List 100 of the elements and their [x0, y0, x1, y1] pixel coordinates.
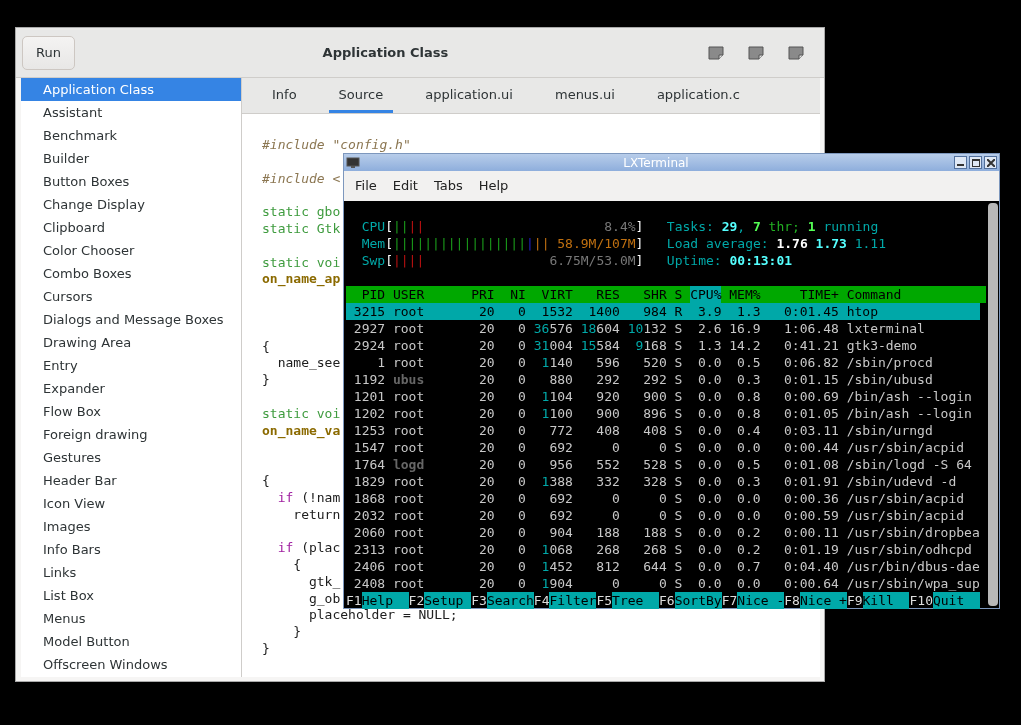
table-cell-text: 0.2 — [736, 524, 761, 541]
table-cell-text: 3.9 — [697, 303, 722, 320]
column-header[interactable]: NI — [502, 286, 526, 303]
table-cell-text: 1452 — [540, 558, 573, 575]
menu-item[interactable]: Help — [470, 176, 517, 196]
document-icon[interactable] — [788, 45, 804, 60]
process-row[interactable]: 2313 root 20 0 1068 268 268 S 0.0 0.2 0:01.19 /usr/sbin/odhcpd — [346, 541, 980, 558]
column-header[interactable]: VIRT — [533, 286, 573, 303]
summary-text: Tasks: 29, 7 thr; 1 running — [666, 218, 879, 235]
column-header[interactable]: PRI — [471, 286, 495, 303]
sidebar-item[interactable]: Clipboard — [21, 216, 241, 239]
tab[interactable]: Source — [328, 78, 394, 113]
column-header[interactable]: PID — [346, 286, 386, 303]
sidebar-item[interactable]: Color Chooser — [21, 239, 241, 262]
sidebar-item[interactable]: Cursors — [21, 285, 241, 308]
process-row[interactable]: 2406 root 20 0 1452 812 644 S 0.0 0.7 0:04.40 /usr/bin/dbus-dae — [346, 558, 980, 575]
sidebar-item[interactable]: Links — [21, 561, 241, 584]
process-row[interactable]: 1547 root 20 0 692 0 0 S 0.0 0.0 0:00.44 /usr/sbin/acpid — [346, 439, 980, 456]
column-header[interactable]: USER — [392, 286, 464, 303]
close-icon — [986, 158, 995, 167]
tab[interactable]: menus.ui — [544, 78, 625, 113]
code-line: placeholder = NULL; — [307, 607, 458, 623]
table-cell: /usr/sbin/acpid — [846, 490, 965, 507]
sidebar-item[interactable]: Model Button — [21, 630, 241, 653]
function-label[interactable]: Filter — [549, 592, 597, 609]
tab[interactable]: application.ui — [415, 78, 523, 113]
process-row[interactable]: 2060 root 20 0 904 188 188 S 0.0 0.2 0:00.11 /usr/sbin/dropbea — [346, 524, 980, 541]
code-line: { — [262, 472, 270, 488]
gauge-text: |||| — [392, 252, 426, 269]
function-label[interactable]: Nice - — [737, 592, 785, 609]
sidebar-item[interactable]: Combo Boxes — [21, 262, 241, 285]
sidebar-item[interactable]: Entry — [21, 354, 241, 377]
process-row[interactable]: 1253 root 20 0 772 408 408 S 0.0 0.4 0:03.11 /sbin/urngd — [346, 422, 980, 439]
sidebar-item[interactable]: Icon View — [21, 492, 241, 515]
run-button[interactable]: Run — [22, 35, 75, 70]
function-label[interactable]: Setup — [424, 592, 472, 609]
sidebar-item[interactable]: List Box — [21, 584, 241, 607]
minimize-button[interactable] — [954, 156, 967, 169]
sidebar-item[interactable]: Flow Box — [21, 400, 241, 423]
sidebar-item[interactable]: Drawing Area — [21, 331, 241, 354]
sidebar-item[interactable]: Button Boxes — [21, 170, 241, 193]
sidebar-item[interactable]: Gestures — [21, 446, 241, 469]
process-row[interactable]: 1192 ubus 20 0 880 292 292 S 0.0 0.3 0:01.15 /sbin/ubusd — [346, 371, 980, 388]
process-row[interactable]: 1202 root 20 0 1100 900 896 S 0.0 0.8 0:01.05 /bin/ash --login — [346, 405, 980, 422]
table-cell: S — [674, 575, 683, 592]
table-cell-text: 20 — [478, 575, 495, 592]
function-label[interactable]: Search — [486, 592, 534, 609]
function-label[interactable]: Kill — [862, 592, 910, 609]
sidebar-item[interactable]: Expander — [21, 377, 241, 400]
table-cell-text: root — [392, 439, 426, 456]
table-cell-text: 0.0 — [697, 422, 722, 439]
code-line: } — [262, 640, 270, 656]
process-row[interactable]: 2408 root 20 0 1904 0 0 S 0.0 0.0 0:00.64 /usr/sbin/wpa_sup — [346, 575, 980, 592]
process-row[interactable]: 2924 root 20 0 31004 15584 9168 S 1.3 14.2 0:41.21 gtk3-demo — [346, 337, 980, 354]
table-cell-text: 0:01.91 — [783, 473, 839, 490]
table-cell-text: 0 — [517, 575, 526, 592]
menu-item[interactable]: Edit — [384, 176, 426, 196]
sidebar-item[interactable]: Info Bars — [21, 538, 241, 561]
sidebar-item[interactable]: Benchmark — [21, 124, 241, 147]
sidebar-item[interactable]: Application Class — [21, 78, 241, 101]
function-label[interactable]: SortBy — [674, 592, 722, 609]
tab[interactable]: Info — [262, 78, 307, 113]
menu-item[interactable]: Tabs — [425, 176, 471, 196]
column-header[interactable]: SHR — [627, 286, 667, 303]
function-label[interactable]: Tree — [612, 592, 660, 609]
process-row[interactable]: 3215 root 20 0 1532 1400 984 R 3.9 1.3 0:01.45 htop — [346, 303, 980, 320]
column-header[interactable]: Command — [846, 286, 986, 303]
table-cell-text: 0 — [517, 337, 526, 354]
sidebar-item[interactable]: Header Bar — [21, 469, 241, 492]
process-row[interactable]: 2927 root 20 0 36576 18604 10132 S 2.6 16.9 1:06.48 lxterminal — [346, 320, 980, 337]
close-button[interactable] — [984, 156, 997, 169]
column-header[interactable]: TIME+ — [768, 286, 839, 303]
column-header[interactable]: RES — [580, 286, 620, 303]
menu-item[interactable]: File — [347, 176, 385, 196]
column-header[interactable]: MEM% — [729, 286, 761, 303]
table-cell: /usr/sbin/wpa_sup — [846, 575, 980, 592]
document-icon[interactable] — [708, 45, 724, 60]
process-row[interactable]: 1829 root 20 0 1388 332 328 S 0.0 0.3 0:01.91 /sbin/udevd -d — [346, 473, 980, 490]
function-label[interactable]: Nice + — [799, 592, 847, 609]
process-row[interactable]: 1 root 20 0 1140 596 520 S 0.0 0.5 0:06.82 /sbin/procd — [346, 354, 980, 371]
sidebar-item[interactable]: Foreign drawing — [21, 423, 241, 446]
process-row[interactable]: 1764 logd 20 0 956 552 528 S 0.0 0.5 0:01.08 /sbin/logd -S 64 — [346, 456, 980, 473]
maximize-button[interactable] — [969, 156, 982, 169]
sidebar-item[interactable]: Dialogs and Message Boxes — [21, 308, 241, 331]
document-icon[interactable] — [748, 45, 764, 60]
process-row[interactable]: 2032 root 20 0 692 0 0 S 0.0 0.0 0:00.59 /usr/sbin/acpid — [346, 507, 980, 524]
table-cell: /usr/sbin/odhcpd — [846, 541, 972, 558]
column-header[interactable]: S — [674, 286, 683, 303]
table-cell-text: 0:01.45 — [783, 303, 839, 320]
process-row[interactable]: 1201 root 20 0 1104 920 900 S 0.0 0.8 0:00.69 /bin/ash --login — [346, 388, 980, 405]
table-cell-text: 1.3 — [697, 337, 722, 354]
sidebar-item[interactable]: Menus — [21, 607, 241, 630]
sidebar-item[interactable]: Builder — [21, 147, 241, 170]
sidebar-item[interactable]: Change Display — [21, 193, 241, 216]
tab[interactable]: application.c — [646, 78, 750, 113]
sidebar-item[interactable]: Assistant — [21, 101, 241, 124]
sidebar-item[interactable]: Offscreen Windows — [21, 653, 241, 676]
function-label[interactable]: Help — [361, 592, 409, 609]
sidebar-item[interactable]: Images — [21, 515, 241, 538]
process-row[interactable]: 1868 root 20 0 692 0 0 S 0.0 0.0 0:00.36 /usr/sbin/acpid — [346, 490, 980, 507]
